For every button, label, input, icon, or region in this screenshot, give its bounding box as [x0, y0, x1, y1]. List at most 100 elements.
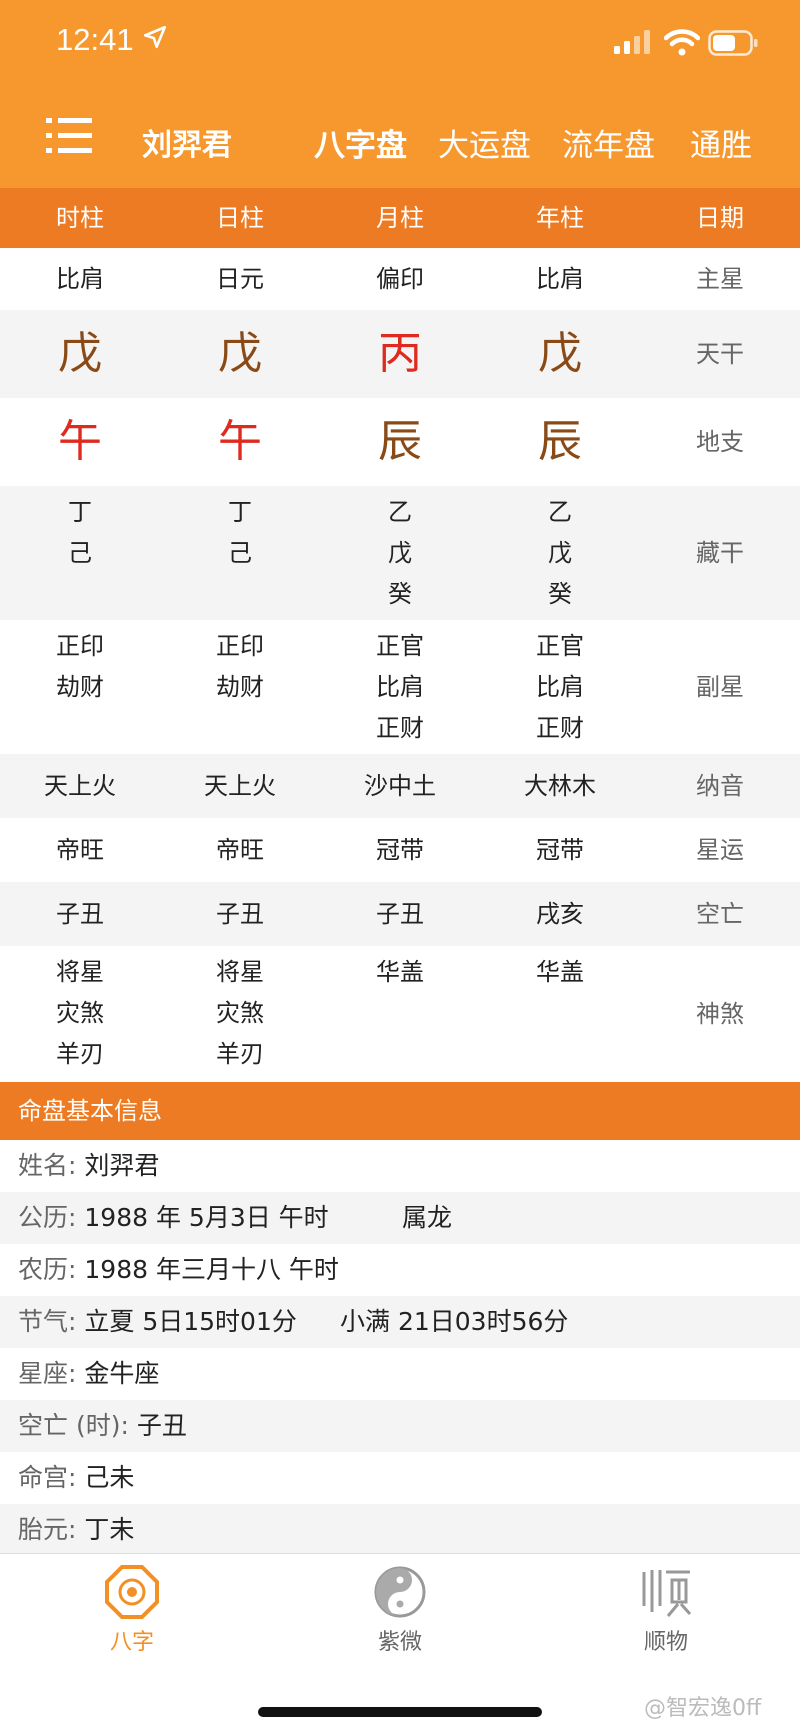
cell: 华盖: [320, 946, 480, 1082]
location-arrow-icon: [143, 25, 167, 49]
cell-line: 正财: [536, 714, 584, 742]
tab-tongsheng[interactable]: 通胜: [690, 120, 752, 165]
cell: 比肩: [56, 264, 104, 293]
cell: 帝旺: [216, 835, 264, 864]
cell-line: 将星: [216, 958, 264, 986]
cell-line: 己: [68, 539, 92, 567]
info-value: 1988 年 5月3日 午时: [84, 1203, 329, 1232]
info-row-taiyuan: 胎元: 丁未: [0, 1504, 800, 1556]
row-hidden-stems: 丁 己 丁 己 乙 戊 癸 乙 戊 癸 藏干: [0, 486, 800, 620]
info-label: 命宫:: [18, 1463, 77, 1492]
bazi-grid: 比肩 日元 偏印 比肩 主星 戊 戊 丙 戊 天干 午 午 辰 辰 地支 丁 己…: [0, 248, 800, 1082]
wifi-icon: [664, 29, 700, 56]
info-value: 立夏 5日15时01分: [84, 1307, 297, 1336]
cell-line: 华盖: [376, 958, 424, 986]
cellular-signal-icon: [614, 30, 650, 54]
info-label: 姓名:: [18, 1151, 77, 1180]
cell-line: 戊: [388, 539, 412, 567]
cell: 子丑: [216, 899, 264, 928]
row-label: 主星: [696, 264, 744, 293]
cell-line: 灾煞: [216, 999, 264, 1027]
cell-line: 正官: [536, 632, 584, 660]
cell-line: 正印: [216, 632, 264, 660]
tab-bar-ziwei[interactable]: 紫微: [340, 1564, 460, 1656]
branch-cell: 午: [58, 416, 102, 467]
row-label: 神煞: [696, 999, 744, 1028]
tab-bar-bazi-label: 八字: [109, 1630, 154, 1655]
cell: 沙中土: [364, 771, 436, 800]
cell: 比肩: [536, 264, 584, 293]
tab-bar-ziwei-label: 紫微: [377, 1630, 422, 1655]
cell: 冠带: [376, 835, 424, 864]
stem-cell: 戊: [218, 328, 262, 379]
tab-bar-bazi[interactable]: 八字: [72, 1564, 192, 1656]
cell-line: 劫财: [216, 673, 264, 701]
cell: 正官 比肩 正财: [480, 620, 640, 754]
row-label: 星运: [696, 835, 744, 864]
stem-cell: 戊: [58, 328, 102, 379]
stem-cell: 戊: [538, 328, 582, 379]
tab-bar-shunwu[interactable]: 顺物: [606, 1564, 726, 1656]
info-row-name: 姓名: 刘羿君: [0, 1140, 800, 1192]
cell: 将星 灾煞 羊刃: [0, 946, 160, 1082]
row-main-star: 比肩 日元 偏印 比肩 主星: [0, 248, 800, 310]
row-nayin: 天上火 天上火 沙中土 大林木 纳音: [0, 754, 800, 818]
info-row-jieqi: 节气: 立夏 5日15时01分 小满 21日03时56分: [0, 1296, 800, 1348]
battery-icon: [708, 30, 758, 56]
cell-line: 华盖: [536, 958, 584, 986]
zodiac-animal: 属龙: [402, 1203, 453, 1232]
row-kongwang: 子丑 子丑 子丑 戌亥 空亡: [0, 882, 800, 946]
cell: 子丑: [56, 899, 104, 928]
cell-line: 羊刃: [216, 1040, 264, 1068]
yin-yang-icon: [374, 1566, 426, 1618]
status-bar: 12:41: [0, 0, 800, 88]
cell: 大林木: [524, 771, 596, 800]
info-row-kongwang: 空亡 (时): 子丑: [0, 1400, 800, 1452]
section-title-basic-info: 命盘基本信息: [0, 1082, 800, 1140]
row-sub-star: 正印 劫财 正印 劫财 正官 比肩 正财 正官 比肩 正财 副星: [0, 620, 800, 754]
info-value: 金牛座: [84, 1359, 160, 1388]
branch-cell: 辰: [538, 416, 582, 467]
tab-liunian[interactable]: 流年盘: [562, 120, 655, 165]
cell: 丁 己: [160, 486, 320, 620]
tab-bar-shunwu-label: 顺物: [643, 1630, 688, 1655]
stem-cell: 丙: [378, 328, 422, 379]
cell: 正官 比肩 正财: [320, 620, 480, 754]
row-shensha: 将星 灾煞 羊刃 将星 灾煞 羊刃 华盖 华盖 神煞: [0, 946, 800, 1082]
cell: 乙 戊 癸: [480, 486, 640, 620]
column-date: 日期: [696, 204, 744, 232]
cell-line: 劫财: [56, 673, 104, 701]
row-xingyun: 帝旺 帝旺 冠带 冠带 星运: [0, 818, 800, 882]
row-label: 地支: [696, 427, 744, 456]
column-month: 月柱: [376, 204, 424, 232]
cell: 戌亥: [536, 899, 584, 928]
branch-cell: 辰: [378, 416, 422, 467]
shun-icon: [642, 1570, 692, 1617]
cell-line: 正官: [376, 632, 424, 660]
menu-icon[interactable]: [46, 116, 92, 156]
cell: 乙 戊 癸: [320, 486, 480, 620]
info-value: 刘羿君: [84, 1151, 160, 1180]
cell-line: 乙: [548, 498, 572, 526]
cell-line: 己: [228, 539, 252, 567]
tab-dayun[interactable]: 大运盘: [438, 120, 531, 165]
cell-line: 灾煞: [56, 999, 104, 1027]
home-indicator[interactable]: [258, 1707, 542, 1717]
bagua-icon: [105, 1565, 159, 1619]
info-label: 空亡 (时):: [18, 1411, 129, 1440]
person-name[interactable]: 刘羿君: [142, 120, 232, 164]
row-label: 纳音: [696, 771, 744, 800]
info-row-minggong: 命宫: 己未: [0, 1452, 800, 1504]
info-label: 农历:: [18, 1255, 77, 1284]
info-label: 节气:: [18, 1307, 77, 1336]
cell: 子丑: [376, 899, 424, 928]
cell: 华盖: [480, 946, 640, 1082]
info-value: 己未: [84, 1463, 135, 1492]
tab-bazi[interactable]: 八字盘: [314, 120, 407, 165]
cell: 正印 劫财: [0, 620, 160, 754]
info-label: 公历:: [18, 1203, 77, 1232]
info-row-lunar: 农历: 1988 年三月十八 午时: [0, 1244, 800, 1296]
cell-line: 癸: [548, 580, 572, 608]
info-label: 星座:: [18, 1359, 77, 1388]
cell-line: 癸: [388, 580, 412, 608]
